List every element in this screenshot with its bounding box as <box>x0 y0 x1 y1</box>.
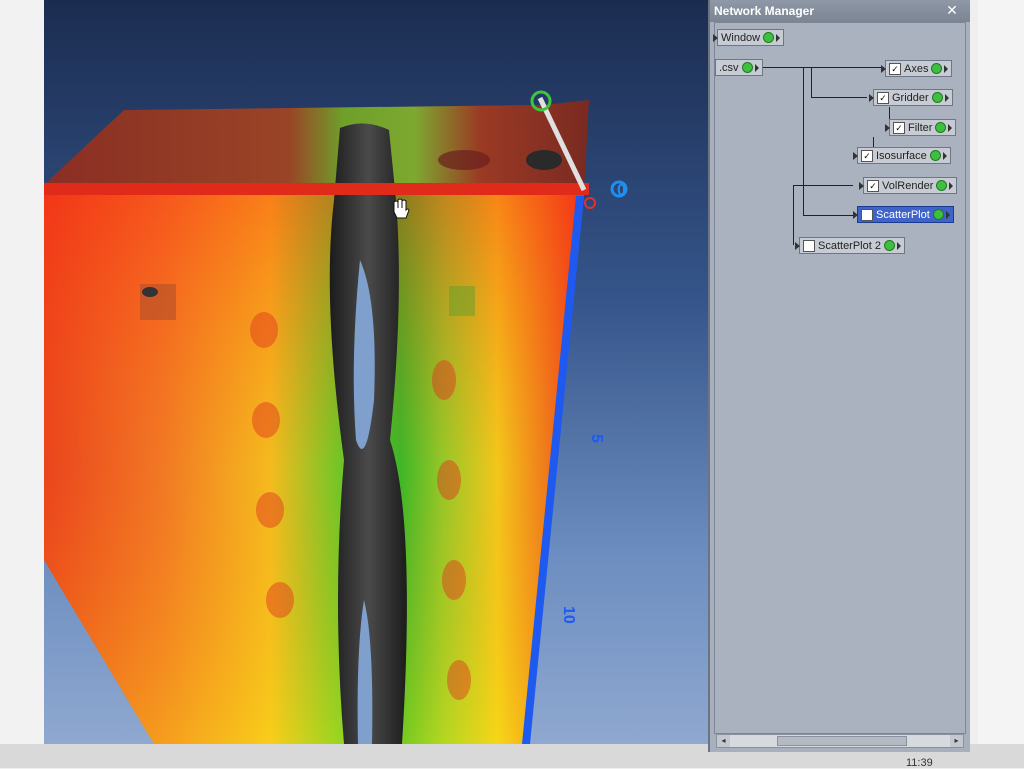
input-port-icon <box>881 65 886 73</box>
input-port-icon <box>713 34 718 42</box>
output-arrow-icon <box>944 93 949 102</box>
checkbox-checked-icon[interactable]: ✓ <box>877 91 889 104</box>
output-arrow-icon <box>776 33 781 42</box>
node-label: Window <box>721 31 761 44</box>
output-port-icon[interactable] <box>935 122 947 133</box>
node-label: Isosurface <box>876 149 927 162</box>
wire-scatter-vertical <box>803 67 804 215</box>
output-arrow-icon <box>944 64 949 73</box>
node-axes[interactable]: ✓ Axes <box>881 60 953 77</box>
checkbox-checked-icon[interactable]: ✓ <box>867 179 879 192</box>
input-port-icon <box>869 94 874 102</box>
input-port-icon <box>885 124 890 132</box>
output-port-icon[interactable] <box>929 150 941 161</box>
horizontal-scrollbar[interactable]: ◂ ▸ <box>716 734 964 748</box>
output-arrow-icon <box>949 181 954 190</box>
x-axis-end-marker <box>584 197 596 209</box>
scroll-left-icon[interactable]: ◂ <box>717 735 730 747</box>
render-viewport[interactable]: 0 5 10 <box>44 0 708 744</box>
checkbox-checked-icon[interactable]: ✓ <box>889 62 901 75</box>
output-port-icon[interactable] <box>931 63 943 74</box>
probe-hole <box>142 287 158 297</box>
input-port-icon <box>853 211 858 219</box>
axis-label-origin: 0 <box>617 182 626 199</box>
checkbox-unchecked-icon[interactable] <box>861 208 873 221</box>
wire-csv-scatterplot <box>803 215 855 216</box>
node-isosurface[interactable]: ✓ Isosurface <box>853 147 951 164</box>
axis-tick-5: 5 <box>588 434 605 443</box>
taskbar-clock: 11:39 <box>906 757 933 769</box>
node-csv[interactable]: .csv <box>715 59 763 76</box>
input-port-icon <box>859 182 864 190</box>
node-label: ScatterPlot 2 <box>818 239 881 252</box>
wire-csv-gridder <box>811 97 867 98</box>
output-port-icon[interactable] <box>741 62 753 73</box>
output-port-icon[interactable] <box>932 209 944 220</box>
output-arrow-icon <box>942 151 947 160</box>
node-scatterplot[interactable]: ScatterPlot <box>853 206 954 223</box>
checkbox-checked-icon[interactable]: ✓ <box>893 121 905 134</box>
network-canvas[interactable]: Window .csv ✓ Axes ✓ Gridder ✓ Filter ✓ … <box>713 22 966 734</box>
output-arrow-icon <box>948 123 953 132</box>
output-arrow-icon <box>945 210 950 219</box>
node-label: .csv <box>719 61 739 74</box>
node-label: ScatterPlot <box>876 208 930 221</box>
top-face-hotspot <box>438 150 490 170</box>
node-volrender[interactable]: ✓ VolRender <box>859 177 958 194</box>
volume-top-face <box>44 100 589 192</box>
checkbox-checked-icon[interactable]: ✓ <box>861 149 873 162</box>
hotspot-right <box>449 286 475 316</box>
output-port-icon[interactable] <box>931 92 943 103</box>
isosurface-cap <box>526 150 562 170</box>
x-axis <box>44 183 589 195</box>
input-port-icon <box>853 152 858 160</box>
node-window[interactable]: Window <box>713 29 785 46</box>
volume-front-shading <box>44 195 584 744</box>
scrollbar-thumb[interactable] <box>777 736 907 746</box>
panel-title: Network Manager <box>710 0 970 22</box>
input-port-icon <box>795 242 800 250</box>
output-arrow-icon <box>754 63 759 72</box>
monitor-bezel-left <box>0 0 44 768</box>
monitor-bezel-right <box>978 0 1024 768</box>
wire-volrender-branch <box>793 185 853 186</box>
node-gridder[interactable]: ✓ Gridder <box>869 89 953 106</box>
axis-tick-10: 10 <box>560 606 577 624</box>
scroll-right-icon[interactable]: ▸ <box>950 735 963 747</box>
output-port-icon[interactable] <box>883 240 895 251</box>
volume-scene: 0 5 10 <box>44 90 628 744</box>
wire-gridder-vertical <box>811 67 812 97</box>
wire-csv-axes <box>754 67 884 68</box>
network-manager-panel: Network Manager ✕ Window .csv ✓ Axes ✓ G… <box>708 0 970 752</box>
node-label: Axes <box>904 62 929 75</box>
node-filter[interactable]: ✓ Filter <box>885 119 957 136</box>
node-label: Gridder <box>892 91 929 104</box>
node-label: VolRender <box>882 179 934 192</box>
node-label: Filter <box>908 121 933 134</box>
wire-volrender-scatter2 <box>793 185 794 245</box>
output-port-icon[interactable] <box>936 180 948 191</box>
close-icon[interactable]: ✕ <box>944 2 960 20</box>
node-scatterplot-2[interactable]: ScatterPlot 2 <box>795 237 905 254</box>
checkbox-unchecked-icon[interactable] <box>803 239 815 252</box>
output-port-icon[interactable] <box>763 32 775 43</box>
output-arrow-icon <box>896 241 901 250</box>
